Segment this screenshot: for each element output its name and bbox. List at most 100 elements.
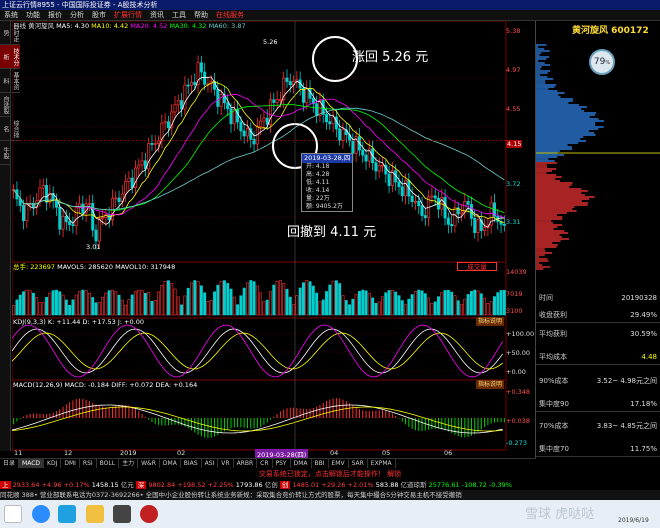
- indicator-tab[interactable]: KDJ: [44, 459, 62, 468]
- volume-bar: [219, 280, 223, 316]
- menu-item[interactable]: 资讯: [146, 10, 168, 20]
- volume-bar: [318, 301, 322, 316]
- volume-bar: [413, 291, 417, 316]
- media-icon[interactable]: [113, 505, 131, 523]
- x-tick: 2019: [120, 449, 137, 457]
- volume-bar: [45, 296, 49, 316]
- menu-item[interactable]: 在线服务: [212, 10, 248, 20]
- candle: [203, 71, 207, 85]
- indicator-tab[interactable]: ARBR: [234, 459, 258, 468]
- macd-help-button[interactable]: 指标说明: [476, 380, 504, 389]
- kdj-help-button[interactable]: 指标说明: [476, 317, 504, 326]
- volume-bar: [463, 298, 467, 316]
- trade-lock-notice[interactable]: 交易系统已锁定，点击解锁后才能操作！ 解锁: [0, 469, 660, 480]
- indicator-tab[interactable]: EMV: [329, 459, 349, 468]
- volume-bar: [147, 292, 151, 316]
- stat-key: 收盘获利: [539, 311, 567, 319]
- candle: [413, 200, 417, 203]
- kdj-d-line: [12, 332, 503, 370]
- indicator-tab[interactable]: 日录: [0, 459, 20, 468]
- volume-bar: [262, 301, 266, 316]
- start-icon[interactable]: [4, 505, 22, 523]
- candle: [229, 108, 233, 125]
- indicator-tab[interactable]: SAR: [349, 459, 368, 468]
- sidebar-tab[interactable]: 自选股: [0, 93, 10, 117]
- menu-item[interactable]: 扩展行情: [110, 10, 146, 20]
- volume-bar: [213, 291, 216, 316]
- indicator-tab[interactable]: BBI: [312, 459, 329, 468]
- indicator-tab[interactable]: BOLL: [97, 459, 120, 468]
- indicator-tab[interactable]: 主力: [119, 459, 139, 468]
- ticker-g-pct: -0.39%: [488, 481, 512, 489]
- menu-bar: 系统 功能 报价 分析 股市 扩展行情 资讯 工具 帮助 在线服务: [0, 10, 660, 21]
- volume-bar: [450, 291, 454, 316]
- indicator-tab[interactable]: PSY: [273, 459, 291, 468]
- candle: [64, 215, 68, 222]
- volume-bar: [226, 283, 230, 316]
- candle: [239, 121, 243, 132]
- volume-bar: [170, 282, 174, 316]
- volume-bar: [58, 291, 62, 316]
- candle: [338, 128, 342, 141]
- candle: [68, 221, 72, 226]
- candle: [325, 114, 329, 123]
- bank-icon[interactable]: [140, 505, 158, 523]
- volume-bar: [354, 294, 358, 316]
- indicator-tab[interactable]: BIAS: [181, 459, 202, 468]
- volume-bar: [351, 298, 355, 316]
- kline-chart[interactable]: [12, 21, 535, 458]
- indicator-tab[interactable]: CR: [257, 459, 273, 468]
- menu-item[interactable]: 帮助: [190, 10, 212, 20]
- candle: [173, 104, 177, 113]
- candle: [71, 224, 75, 227]
- sh-icon: 上: [0, 481, 11, 489]
- indicator-tab[interactable]: MACD: [19, 459, 45, 468]
- volume-bar: [259, 292, 263, 316]
- indicator-tab[interactable]: DMI: [61, 459, 80, 468]
- ticker-g: 25776.61: [428, 481, 460, 489]
- indicator-tab[interactable]: ASI: [202, 459, 219, 468]
- volume-bar: [381, 296, 384, 316]
- volume-total: 总手: 223697: [13, 263, 56, 271]
- indicator-tab[interactable]: EXPMA: [368, 459, 396, 468]
- candle-tooltip: 2019-03-28,四 开: 4.18 高: 4.28 低: 4.11 收: 4.1…: [301, 153, 353, 212]
- indicator-tab[interactable]: DMA: [291, 459, 312, 468]
- indicator-tab[interactable]: VR: [218, 459, 234, 468]
- candle: [74, 207, 78, 227]
- sidebar-tab[interactable]: 牛股: [0, 141, 10, 165]
- volume-bar: [302, 282, 305, 316]
- volume-bar: [282, 283, 286, 316]
- kdj-k-line: [12, 328, 504, 374]
- folder-icon[interactable]: [86, 505, 104, 523]
- menu-item[interactable]: 分析: [66, 10, 88, 20]
- app-icon[interactable]: [58, 505, 76, 523]
- left-sidebar: 分时走势 技术分析 基本资料 自选股 综合排名 牛股: [0, 21, 20, 451]
- volume-bar: [308, 281, 312, 316]
- volume-bar: [311, 285, 315, 316]
- stat-value: 30.59%: [630, 330, 657, 338]
- price-tick: 4.15: [506, 140, 523, 148]
- volume-button[interactable]: 成交量: [457, 262, 497, 271]
- menu-item[interactable]: 功能: [22, 10, 44, 20]
- volume-bar: [433, 301, 437, 316]
- menu-item[interactable]: 股市: [88, 10, 110, 20]
- indicator-tab[interactable]: RSI: [80, 459, 97, 468]
- candle: [114, 197, 118, 200]
- candle: [94, 229, 98, 242]
- tooltip-rows: 开: 4.18 高: 4.28 低: 4.11 收: 4.14 量: 22万 额: 940…: [302, 163, 352, 211]
- candle: [387, 173, 391, 186]
- indicator-tab[interactable]: DMA: [160, 459, 181, 468]
- browser-icon[interactable]: [32, 505, 50, 523]
- menu-item[interactable]: 报价: [44, 10, 66, 20]
- candle: [117, 197, 121, 203]
- stat-key: 时间: [539, 294, 553, 302]
- ticker-c-pct: +2.25%: [207, 481, 234, 489]
- volume-bar: [325, 291, 328, 316]
- volume-bar: [78, 291, 81, 316]
- candle: [97, 218, 101, 242]
- stat-key: 平均成本: [539, 353, 567, 361]
- menu-item[interactable]: 系统: [0, 10, 22, 20]
- menu-item[interactable]: 工具: [168, 10, 190, 20]
- tooltip-row: 开: 4.18: [306, 163, 330, 170]
- indicator-tab[interactable]: W&R: [138, 459, 160, 468]
